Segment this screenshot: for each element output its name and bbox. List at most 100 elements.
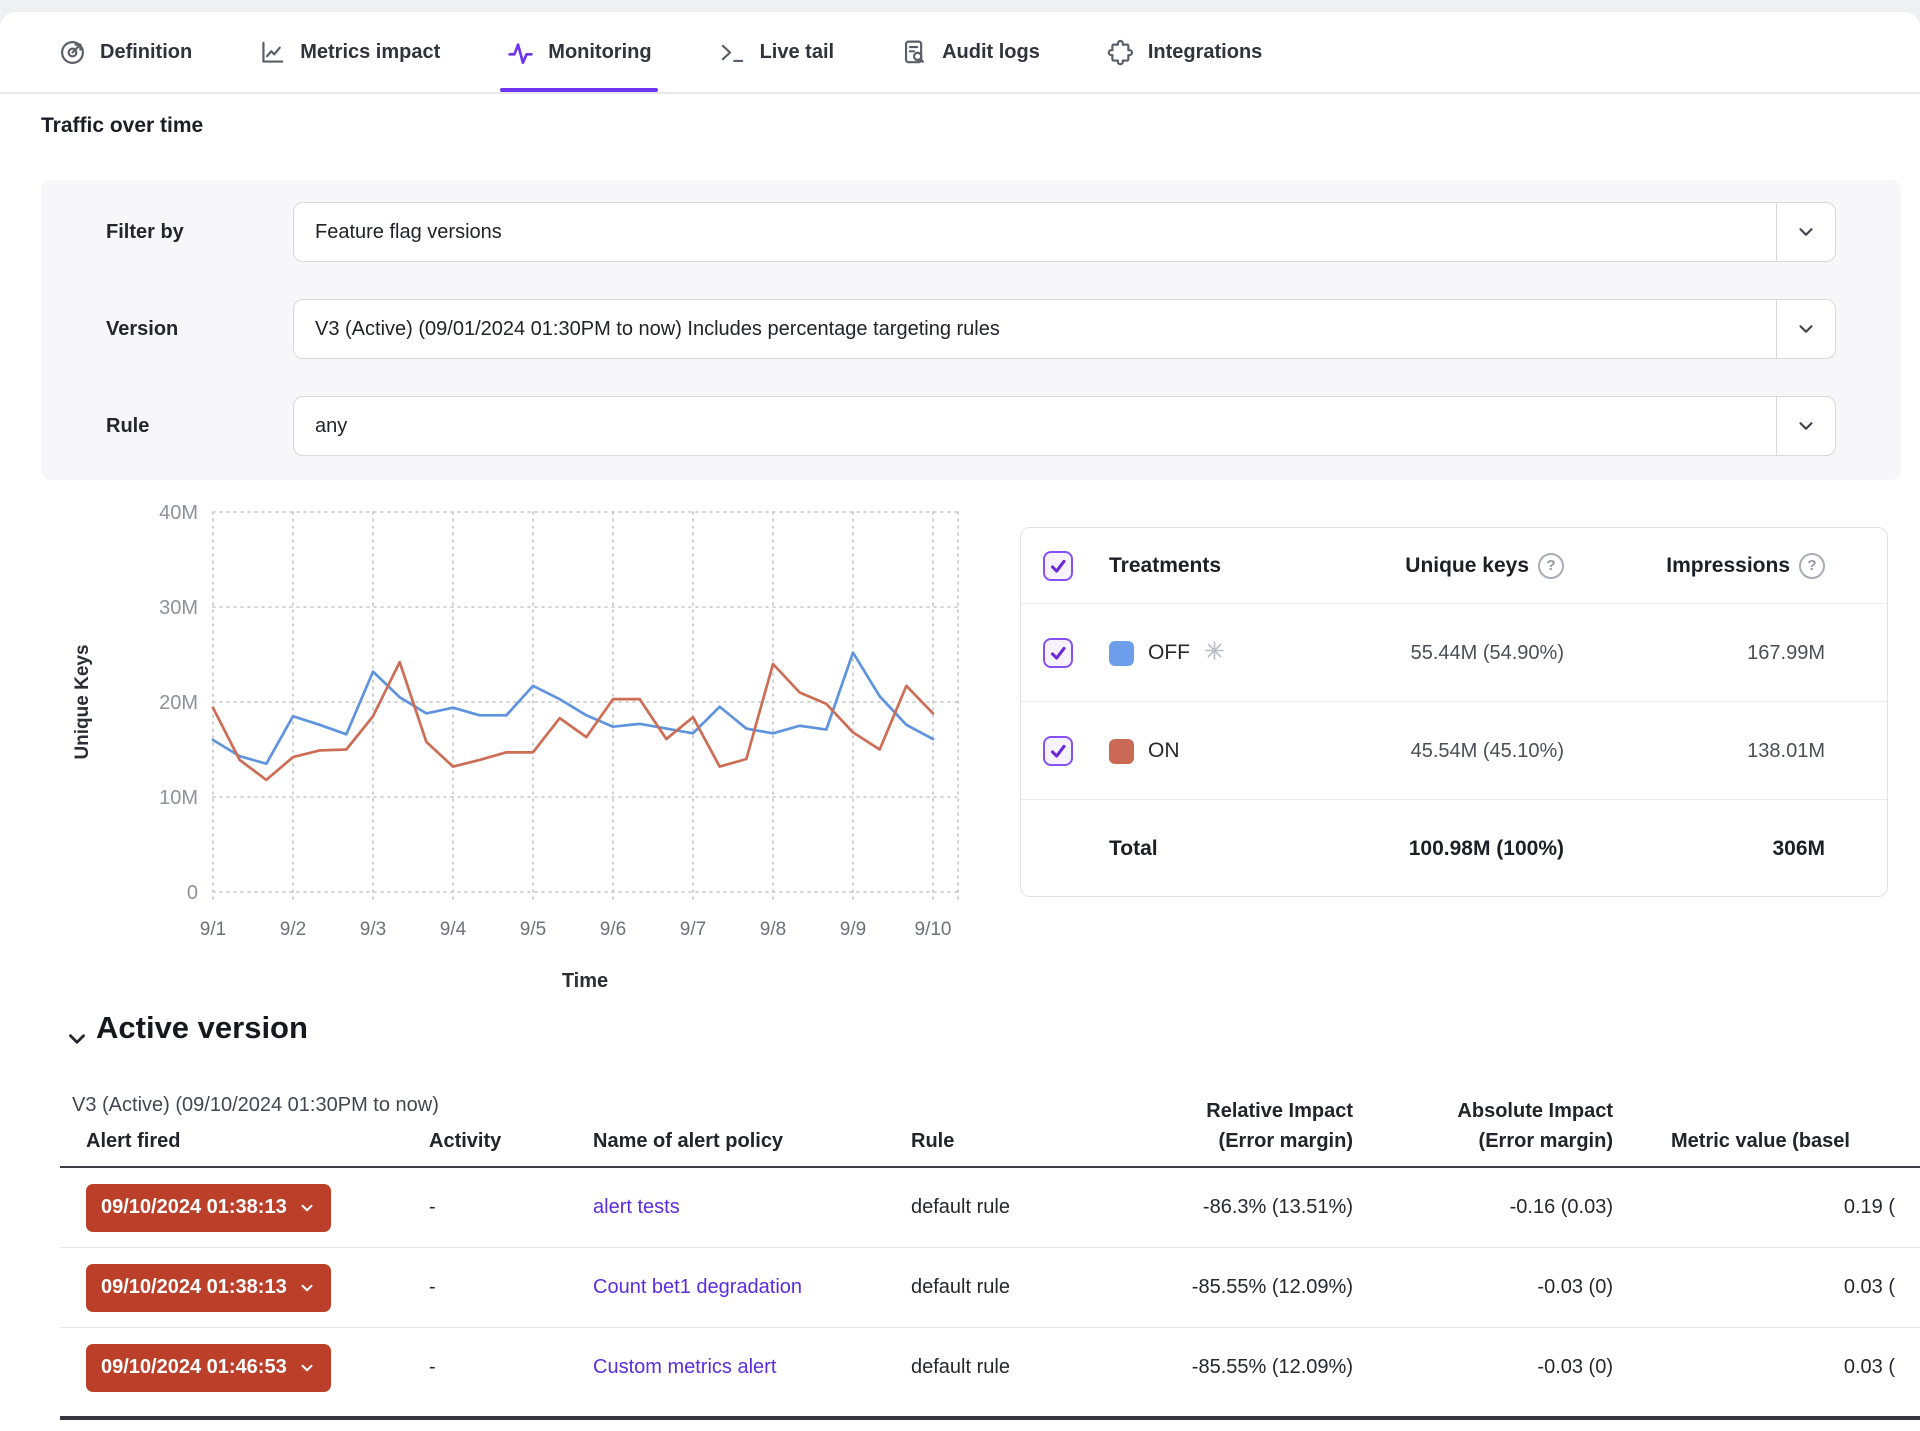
rule-cell: default rule	[911, 1356, 1111, 1379]
tab-label: Live tail	[760, 41, 834, 64]
tab-definition[interactable]: Definition	[58, 12, 192, 92]
svg-text:9/7: 9/7	[680, 919, 706, 940]
absolute-impact-cell: -0.03 (0)	[1353, 1356, 1613, 1379]
table-bottom-border	[60, 1416, 1920, 1420]
alert-row-3: 09/10/2024 01:46:53-Custom metrics alert…	[60, 1328, 1920, 1407]
unique-keys-help-icon[interactable]: ?	[1538, 553, 1564, 579]
treatment-unique-keys: 55.44M (54.90%)	[1411, 642, 1564, 665]
treatment-name: ON	[1148, 739, 1180, 763]
total-label: Total	[1109, 837, 1158, 861]
alert-fired-chip[interactable]: 09/10/2024 01:38:13	[86, 1264, 331, 1312]
alert-policy-link[interactable]: Custom metrics alert	[593, 1356, 776, 1378]
svg-text:9/9: 9/9	[840, 919, 866, 940]
alerts-table: Alert firedActivityName of alert policyR…	[60, 1096, 1920, 1407]
tab-monitoring[interactable]: Monitoring	[506, 12, 651, 92]
relative-impact-cell: -85.55% (12.09%)	[1111, 1356, 1353, 1379]
version-select[interactable]: V3 (Active) (09/01/2024 01:30PM to now) …	[293, 299, 1836, 359]
tab-label: Definition	[100, 41, 192, 64]
filter-row-version: Version V3 (Active) (09/01/2024 01:30PM t…	[41, 299, 1901, 359]
alerts-table-header: Alert firedActivityName of alert policyR…	[60, 1096, 1920, 1168]
svg-text:9/2: 9/2	[280, 919, 306, 940]
svg-text:9/5: 9/5	[520, 919, 546, 940]
column-header-1: Alert fired	[86, 1126, 429, 1156]
metric-value-cell: 0.19 (	[1613, 1196, 1920, 1219]
chevron-down-icon	[1795, 318, 1817, 340]
treatment-on-checkbox[interactable]	[1043, 736, 1073, 766]
alert-fired-chip[interactable]: 09/10/2024 01:38:13	[86, 1184, 331, 1232]
column-header-5: Relative Impact(Error margin)	[1111, 1096, 1353, 1156]
tab-live-tail[interactable]: Live tail	[718, 12, 834, 92]
select-value: Feature flag versions	[294, 221, 1776, 244]
tab-integrations[interactable]: Integrations	[1106, 12, 1262, 92]
tab-audit-logs[interactable]: Audit logs	[900, 12, 1040, 92]
absolute-impact-cell: -0.16 (0.03)	[1353, 1196, 1613, 1219]
page-title: Traffic over time	[41, 114, 203, 138]
total-unique-keys: 100.98M (100%)	[1409, 837, 1564, 861]
activity-cell: -	[429, 1276, 593, 1299]
activity-cell: -	[429, 1196, 593, 1219]
select-value: V3 (Active) (09/01/2024 01:30PM to now) …	[294, 318, 1776, 341]
filter-label: Filter by	[106, 202, 184, 262]
puzzle-icon	[1106, 38, 1135, 67]
total-impressions: 306M	[1772, 837, 1825, 861]
rule-select[interactable]: any	[293, 396, 1836, 456]
svg-text:0: 0	[187, 882, 198, 904]
svg-text:9/10: 9/10	[915, 919, 952, 940]
tab-label: Monitoring	[548, 41, 651, 64]
column-header-4: Rule	[911, 1126, 1111, 1156]
traffic-chart: 010M20M30M40M9/19/29/39/49/59/69/79/89/9…	[0, 495, 1000, 1005]
off-color-swatch	[1109, 641, 1134, 666]
chart-icon	[258, 38, 287, 67]
filter-row-rule: Rule any	[41, 396, 1901, 456]
column-header-2: Activity	[429, 1126, 593, 1156]
metric-value-cell: 0.03 (	[1613, 1276, 1920, 1299]
relative-impact-cell: -86.3% (13.51%)	[1111, 1196, 1353, 1219]
select-value: any	[294, 415, 1776, 438]
impressions-header: Impressions	[1666, 554, 1790, 578]
filter-label: Rule	[106, 396, 149, 456]
tab-metrics-impact[interactable]: Metrics impact	[258, 12, 440, 92]
treatments-select-all-checkbox[interactable]	[1043, 551, 1073, 581]
treatments-header-row: Treatments Unique keys ? Impressions ?	[1021, 528, 1887, 603]
terminal-icon	[718, 38, 747, 67]
treatments-header-label: Treatments	[1109, 554, 1221, 578]
filter-by-select[interactable]: Feature flag versions	[293, 202, 1836, 262]
on-color-swatch	[1109, 739, 1134, 764]
alert-fired-chip[interactable]: 09/10/2024 01:46:53	[86, 1344, 331, 1392]
column-header-7: Metric value (basel	[1613, 1126, 1920, 1156]
document-search-icon	[900, 38, 929, 67]
alert-policy-link[interactable]: Count bet1 degradation	[593, 1276, 802, 1298]
column-header-3: Name of alert policy	[593, 1126, 911, 1156]
frozen-asterisk-icon	[1204, 640, 1225, 667]
treatment-impressions: 167.99M	[1747, 642, 1825, 665]
tab-label: Metrics impact	[300, 41, 440, 64]
metric-value-cell: 0.03 (	[1613, 1356, 1920, 1379]
impressions-help-icon[interactable]: ?	[1799, 553, 1825, 579]
svg-text:Time: Time	[562, 970, 608, 992]
pulse-icon	[506, 38, 535, 67]
chevron-down-icon	[298, 1279, 316, 1297]
filter-panel: Filter by Feature flag versions Version V3 …	[41, 180, 1901, 480]
svg-text:9/1: 9/1	[200, 919, 226, 940]
treatment-off-checkbox[interactable]	[1043, 638, 1073, 668]
svg-text:40M: 40M	[159, 502, 198, 524]
treatment-row-off: OFF 55.44M (54.90%) 167.99M	[1021, 603, 1887, 702]
alert-row-1: 09/10/2024 01:38:13-alert testsdefault r…	[60, 1168, 1920, 1248]
treatments-panel: Treatments Unique keys ? Impressions ? O…	[1020, 527, 1888, 897]
treatment-name: OFF	[1148, 641, 1190, 665]
svg-text:9/3: 9/3	[360, 919, 386, 940]
chevron-down-icon	[1795, 415, 1817, 437]
alert-policy-link[interactable]: alert tests	[593, 1196, 680, 1218]
tab-label: Audit logs	[942, 41, 1040, 64]
tab-label: Integrations	[1148, 41, 1262, 64]
svg-text:9/6: 9/6	[600, 919, 626, 940]
chevron-down-icon	[298, 1359, 316, 1377]
active-version-collapse-chevron-icon[interactable]	[64, 1026, 90, 1052]
active-version-title: Active version	[96, 1010, 308, 1046]
tab-bar: Definition Metrics impact Monitoring Live t…	[0, 12, 1920, 94]
column-header-6: Absolute Impact(Error margin)	[1353, 1096, 1613, 1156]
treatment-impressions: 138.01M	[1747, 740, 1825, 763]
filter-row-filter-by: Filter by Feature flag versions	[41, 202, 1901, 262]
svg-text:30M: 30M	[159, 597, 198, 619]
filter-label: Version	[106, 299, 178, 359]
